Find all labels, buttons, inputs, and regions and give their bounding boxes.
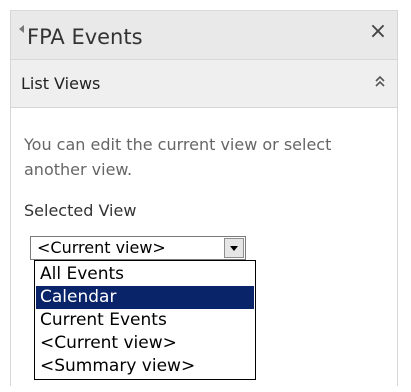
dropdown-option-summary-view[interactable]: <Summary view> [36, 355, 254, 378]
dropdown-option-calendar[interactable]: Calendar [36, 286, 254, 309]
back-arrow-icon[interactable] [19, 25, 24, 33]
dropdown-option-current-view[interactable]: <Current view> [36, 332, 254, 355]
view-select-value: <Current view> [37, 238, 166, 257]
section-title: List Views [21, 74, 101, 93]
panel-header: FPA Events × [11, 10, 397, 60]
panel-title: FPA Events [27, 25, 143, 49]
view-select[interactable]: <Current view> [30, 236, 246, 260]
view-dropdown-list: All Events Calendar Current Events <Curr… [34, 260, 256, 380]
description-text: You can edit the current view or select … [24, 135, 332, 179]
collapse-chevrons-icon[interactable] [373, 72, 387, 92]
close-icon[interactable]: × [367, 20, 389, 44]
section-header-list-views[interactable]: List Views [11, 60, 397, 108]
dropdown-option-current-events[interactable]: Current Events [36, 309, 254, 332]
dropdown-option-all-events[interactable]: All Events [36, 263, 254, 286]
selected-view-label: Selected View [24, 201, 137, 220]
dropdown-arrow-icon[interactable] [224, 238, 244, 258]
